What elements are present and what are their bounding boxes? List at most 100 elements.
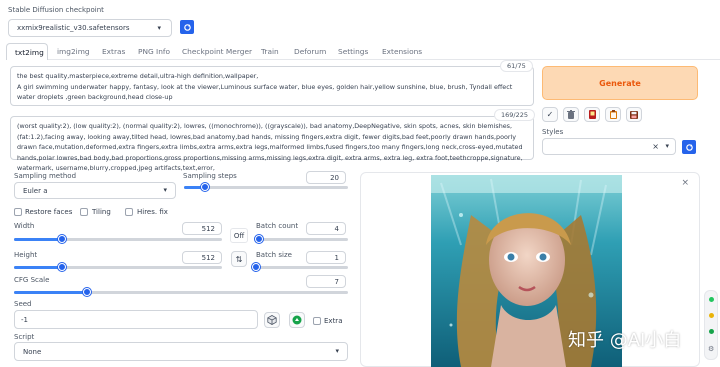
- cfg-scale-input[interactable]: 7: [306, 275, 346, 288]
- chevron-down-icon: ▾: [335, 347, 339, 355]
- slider-fill: [14, 266, 62, 269]
- dice-icon: [267, 315, 277, 325]
- tab-settings[interactable]: Settings: [338, 47, 368, 56]
- tab-img2img[interactable]: img2img: [57, 47, 90, 56]
- negative-prompt-text: (worst quality:2), (low quality:2), (nor…: [17, 122, 523, 173]
- cfg-scale-label: CFG Scale: [14, 276, 50, 284]
- refresh-icon: [685, 143, 693, 151]
- close-icon[interactable]: ×: [681, 178, 689, 188]
- tab-bar: txt2img img2img Extras PNG Info Checkpoi…: [0, 43, 720, 60]
- slider-thumb[interactable]: [201, 183, 210, 191]
- height-input[interactable]: 512: [182, 251, 222, 264]
- extra-seed-checkbox[interactable]: [313, 317, 321, 325]
- watermark-text: 知乎 @AI小白: [568, 330, 682, 351]
- height-label: Height: [14, 251, 38, 259]
- resolution-toggle[interactable]: Off: [230, 228, 248, 243]
- gear-icon[interactable]: ⚙: [708, 345, 714, 353]
- height-slider[interactable]: [14, 263, 222, 271]
- generate-label: Generate: [599, 78, 641, 88]
- seed-value: -1: [21, 316, 28, 324]
- swap-dimensions-button[interactable]: ⇅: [231, 251, 247, 267]
- sampling-method-select[interactable]: Euler a ▾: [14, 182, 176, 199]
- width-label: Width: [14, 222, 35, 230]
- batch-size-label: Batch size: [256, 251, 292, 259]
- negative-prompt-token-counter: 169/225: [494, 109, 536, 121]
- slider-fill: [14, 291, 88, 294]
- sampling-steps-label: Sampling steps: [183, 172, 237, 180]
- restore-faces-checkbox[interactable]: [14, 208, 22, 216]
- slider-thumb[interactable]: [252, 263, 260, 271]
- random-seed-button[interactable]: [264, 312, 280, 328]
- restore-faces-label: Restore faces: [25, 208, 73, 216]
- styles-label: Styles: [542, 128, 564, 136]
- apply-style-button[interactable]: ✓: [542, 107, 558, 122]
- sampling-method-value: Euler a: [23, 187, 48, 195]
- resolution-toggle-label: Off: [233, 231, 245, 240]
- seed-input[interactable]: -1: [14, 310, 258, 329]
- extra-seed-label: Extra: [324, 317, 343, 325]
- batch-size-slider[interactable]: [252, 263, 348, 271]
- slider-thumb[interactable]: [57, 235, 66, 243]
- trash-icon: [567, 110, 575, 119]
- slider-fill: [14, 238, 62, 241]
- refresh-checkpoint-button[interactable]: [180, 20, 194, 34]
- batch-count-label: Batch count: [256, 222, 299, 230]
- script-value: None: [23, 348, 42, 356]
- prompt-token-counter: 61/75: [500, 60, 533, 72]
- refresh-icon: [183, 23, 191, 31]
- cfg-scale-slider[interactable]: [14, 288, 348, 296]
- checkpoint-label: Stable Diffusion checkpoint: [8, 6, 104, 14]
- script-select[interactable]: None ▾: [14, 342, 348, 361]
- prompt-textarea[interactable]: the best quality,masterpiece,extreme det…: [10, 66, 534, 106]
- tiling-checkbox[interactable]: [80, 208, 88, 216]
- batch-count-slider[interactable]: [254, 235, 348, 243]
- floppy-icon: [630, 110, 638, 119]
- refresh-styles-button[interactable]: [682, 140, 696, 154]
- tab-txt2img[interactable]: txt2img: [6, 43, 48, 60]
- styles-select[interactable]: × ▾: [542, 138, 676, 155]
- check-icon: ✓: [546, 110, 554, 119]
- width-input[interactable]: 512: [182, 222, 222, 235]
- tab-extensions[interactable]: Extensions: [382, 47, 422, 56]
- extra-networks-button[interactable]: [584, 107, 600, 122]
- tab-divider: [48, 59, 720, 60]
- recycle-icon: [292, 315, 302, 325]
- yellow-dot-icon[interactable]: [709, 313, 714, 318]
- slider-thumb[interactable]: [83, 288, 92, 296]
- clear-prompt-button[interactable]: [563, 107, 579, 122]
- prompt-text: the best quality,masterpiece,extreme det…: [17, 72, 513, 102]
- clear-styles-icon: ×: [652, 142, 659, 151]
- slider-thumb[interactable]: [254, 235, 263, 243]
- side-tool-strip: ⚙: [704, 290, 718, 360]
- batch-size-input[interactable]: 1: [306, 251, 346, 264]
- generate-button[interactable]: Generate: [542, 66, 698, 100]
- reuse-seed-button[interactable]: [289, 312, 305, 328]
- chevron-down-icon: ▾: [665, 142, 669, 150]
- hires-fix-checkbox[interactable]: [125, 208, 133, 216]
- width-slider[interactable]: [14, 235, 222, 243]
- swap-icon: ⇅: [235, 254, 243, 264]
- tab-extras[interactable]: Extras: [102, 47, 125, 56]
- tiling-label: Tiling: [92, 208, 111, 216]
- tab-deforum[interactable]: Deforum: [294, 47, 326, 56]
- green-dot-icon[interactable]: [709, 329, 714, 334]
- negative-prompt-textarea[interactable]: (worst quality:2), (low quality:2), (nor…: [10, 116, 534, 172]
- tab-checkpoint-merger[interactable]: Checkpoint Merger: [182, 47, 252, 56]
- checkpoint-value: xxmix9realistic_v30.safetensors: [17, 24, 130, 32]
- sampling-steps-input[interactable]: 20: [306, 171, 346, 184]
- batch-count-input[interactable]: 4: [306, 222, 346, 235]
- tab-png-info[interactable]: PNG Info: [138, 47, 170, 56]
- sampling-method-label: Sampling method: [14, 172, 77, 180]
- save-button[interactable]: [626, 107, 642, 122]
- sampling-steps-slider[interactable]: [184, 183, 348, 191]
- seed-label: Seed: [14, 300, 32, 308]
- slider-thumb[interactable]: [57, 263, 66, 271]
- tab-train[interactable]: Train: [261, 47, 279, 56]
- checkpoint-select[interactable]: xxmix9realistic_v30.safetensors ▾: [8, 19, 172, 37]
- hires-fix-label: Hires. fix: [137, 208, 168, 216]
- save-style-button[interactable]: [605, 107, 621, 122]
- script-label: Script: [14, 333, 35, 341]
- green-dot-icon[interactable]: [709, 297, 714, 302]
- card-icon: [588, 110, 596, 119]
- chevron-down-icon: ▾: [157, 24, 161, 32]
